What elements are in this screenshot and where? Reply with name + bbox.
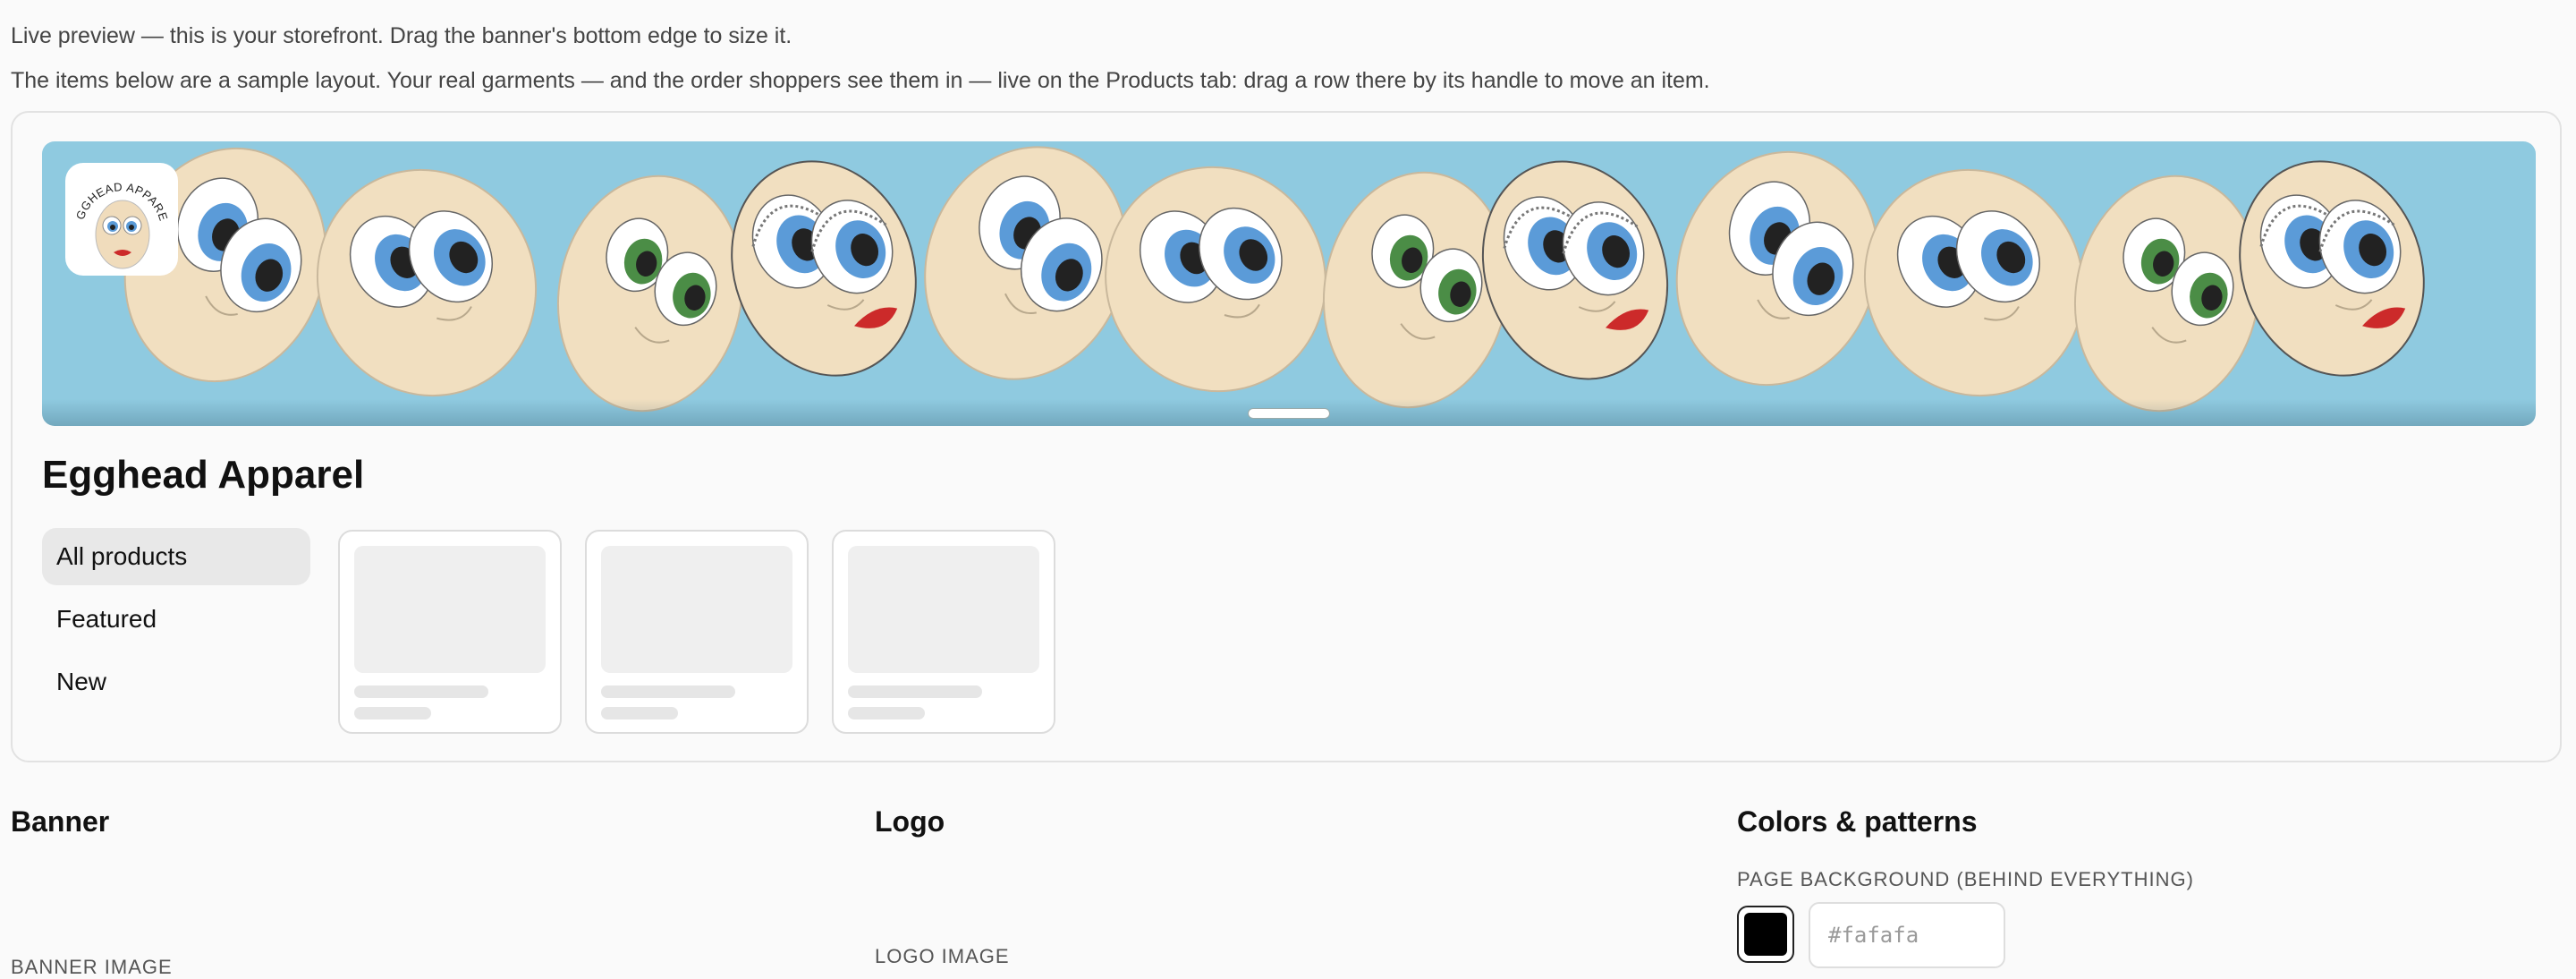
category-nav: All products Featured New bbox=[42, 528, 310, 716]
nav-item-new[interactable]: New bbox=[42, 653, 310, 711]
egg-face-graphic bbox=[556, 175, 744, 413]
egg-face-graphic bbox=[316, 168, 538, 397]
egg-face-graphic bbox=[731, 160, 917, 377]
egg-face-graphic bbox=[1481, 160, 1669, 380]
sample-product-card bbox=[338, 530, 562, 734]
egg-face-graphic bbox=[2239, 160, 2425, 377]
egg-face-graphic bbox=[1105, 166, 1326, 393]
sample-product-image-placeholder bbox=[354, 546, 546, 673]
sample-product-image-placeholder bbox=[601, 546, 792, 673]
preview-hint: Live preview — this is your storefront. … bbox=[11, 23, 792, 48]
swatch-color-fill bbox=[1744, 913, 1787, 956]
sample-product-card bbox=[832, 530, 1055, 734]
banner-section-title: Banner bbox=[11, 805, 110, 838]
sample-product-card bbox=[585, 530, 809, 734]
sample-product-price-placeholder bbox=[848, 707, 925, 719]
banner-resize-handle[interactable] bbox=[1248, 408, 1330, 419]
colors-section-title: Colors & patterns bbox=[1737, 805, 1978, 838]
sample-product-title-placeholder bbox=[848, 685, 982, 698]
banner-pattern-image bbox=[123, 146, 2425, 413]
page-background-color-swatch[interactable] bbox=[1737, 906, 1794, 963]
logo-section-title: Logo bbox=[875, 805, 945, 838]
storefront-preview: EGGHEAD APPAREL Egghead Apparel All prod… bbox=[11, 111, 2562, 762]
page-background-hex-input[interactable] bbox=[1809, 902, 2005, 968]
sample-product-price-placeholder bbox=[354, 707, 431, 719]
banner-image-label: BANNER IMAGE bbox=[11, 956, 173, 978]
nav-item-featured[interactable]: Featured bbox=[42, 591, 310, 648]
banner: EGGHEAD APPAREL bbox=[42, 141, 2536, 426]
egghead-logo-image: EGGHEAD APPAREL bbox=[65, 163, 170, 269]
nav-item-all-products[interactable]: All products bbox=[42, 528, 310, 585]
sample-product-title-placeholder bbox=[601, 685, 735, 698]
egg-face-graphic bbox=[2073, 175, 2261, 413]
sample-product-price-placeholder bbox=[601, 707, 678, 719]
logo-image-label: LOGO IMAGE bbox=[875, 945, 1010, 967]
page-background-label: PAGE BACKGROUND (BEHIND EVERYTHING) bbox=[1737, 868, 2194, 890]
store-logo: EGGHEAD APPAREL bbox=[65, 163, 178, 276]
sample-product-image-placeholder bbox=[848, 546, 1039, 673]
sample-product-title-placeholder bbox=[354, 685, 488, 698]
store-name: Egghead Apparel bbox=[42, 453, 365, 497]
products-hint: The items below are a sample layout. You… bbox=[11, 68, 1710, 93]
